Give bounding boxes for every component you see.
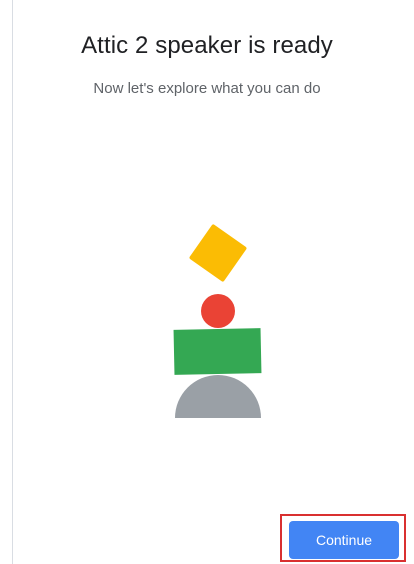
page-title: Attic 2 speaker is ready (81, 32, 333, 59)
continue-button[interactable]: Continue (289, 521, 399, 559)
setup-complete-screen: Attic 2 speaker is ready Now let's explo… (0, 0, 414, 564)
gray-half-dome-shape (175, 375, 261, 418)
green-rectangle-shape (173, 328, 262, 375)
red-circle-shape (201, 294, 235, 328)
page-subtitle: Now let's explore what you can do (93, 80, 321, 97)
yellow-diamond-shape (188, 223, 248, 283)
